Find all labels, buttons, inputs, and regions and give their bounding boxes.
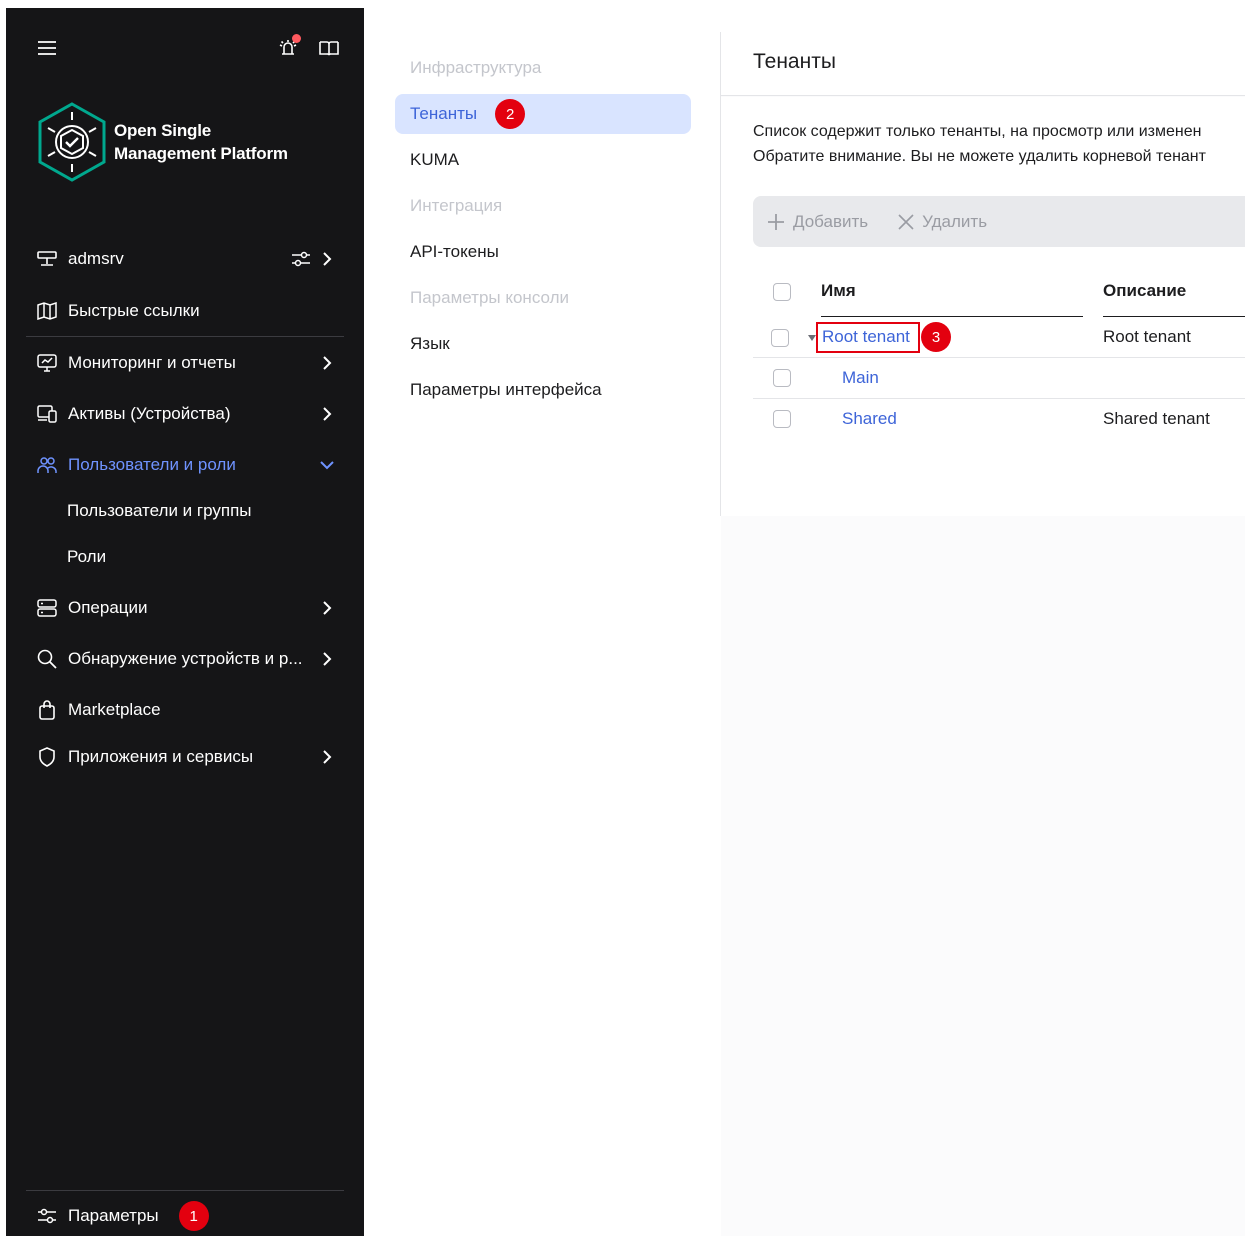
main-body: Список содержит только тенанты, на просм… [721, 97, 1245, 516]
server-name: admsrv [68, 249, 124, 268]
server-icon [37, 249, 57, 269]
nav-apps-services[interactable]: Приложения и сервисы [26, 735, 344, 779]
nav-sub-users-groups[interactable]: Пользователи и группы [67, 491, 252, 531]
sidebar-top-bar [6, 8, 364, 88]
product-name: Open Single Management Platform [114, 121, 288, 163]
nav-label: Активы (Устройства) [68, 404, 231, 423]
chevron-right-icon [316, 248, 338, 270]
select-all-checkbox[interactable] [773, 283, 791, 301]
notification-dot [292, 34, 301, 43]
sidebar: Open Single Management Platform admsrv Б… [6, 8, 364, 1236]
chevron-right-icon [316, 352, 338, 374]
chevron-right-icon [316, 648, 338, 670]
shield-icon [37, 747, 57, 767]
settings-item-integration: Интеграция [410, 196, 503, 215]
expand-triangle-icon[interactable] [808, 335, 816, 341]
table-row[interactable]: Root tenant 3 Root tenant [753, 317, 1245, 358]
row-checkbox[interactable] [773, 410, 791, 428]
nav-settings[interactable]: Параметры 1 [26, 1194, 344, 1236]
osmp-logo-icon [38, 102, 106, 182]
toolbar: Добавить Удалить [753, 196, 1245, 247]
add-label: Добавить [793, 211, 869, 231]
settings-item-tenants[interactable]: Тенанты 2 [395, 94, 691, 134]
settings-item-console-params: Параметры консоли [410, 288, 570, 307]
info-text: Список содержит только тенанты, на просм… [753, 119, 1206, 169]
delete-button[interactable]: Удалить [898, 212, 987, 232]
settings-menu: Инфраструктура Тенанты 2 KUMA Интеграция… [364, 8, 721, 1236]
settings-item-infrastructure: Инфраструктура [410, 58, 542, 77]
nav-users-roles[interactable]: Пользователи и роли [26, 443, 344, 487]
nav-label: Обнаружение устройств и р... [68, 649, 303, 668]
nav-device-discovery[interactable]: Обнаружение устройств и р... [26, 637, 344, 681]
sliders-icon[interactable] [290, 248, 312, 270]
step-badge: 3 [921, 322, 951, 352]
step-badge: 2 [495, 99, 526, 129]
sidebar-divider [26, 1190, 344, 1191]
tenant-description: Shared tenant [1103, 409, 1210, 428]
row-checkbox[interactable] [773, 369, 791, 387]
delete-label: Удалить [922, 211, 988, 231]
nav-assets-devices[interactable]: Активы (Устройства) [26, 392, 344, 436]
table-row[interactable]: Main [753, 358, 1245, 399]
column-header-description[interactable]: Описание [1103, 265, 1245, 317]
nav-label: Параметры [68, 1206, 159, 1225]
chevron-right-icon [316, 403, 338, 425]
product-logo: Open Single Management Platform [36, 102, 314, 182]
nav-marketplace[interactable]: Marketplace [26, 688, 344, 732]
server-stack-icon [37, 598, 57, 618]
search-icon [37, 649, 57, 669]
tenant-name-link[interactable]: Shared [842, 409, 897, 429]
settings-item-label: Тенанты [410, 104, 478, 123]
settings-item-kuma[interactable]: KUMA [395, 140, 691, 180]
settings-item-interface-params[interactable]: Параметры интерфейса [395, 370, 691, 410]
main-panel: Тенанты Список содержит только тенанты, … [721, 8, 1245, 1236]
chart-monitor-icon [37, 353, 57, 373]
devices-icon [37, 404, 57, 424]
map-icon [37, 301, 57, 321]
nav-sub-roles[interactable]: Роли [67, 537, 106, 577]
sliders-icon [37, 1206, 57, 1226]
nav-label: Операции [68, 598, 148, 617]
nav-label: Быстрые ссылки [68, 301, 200, 320]
info-line: Обратите внимание. Вы не можете удалить … [753, 148, 1206, 165]
nav-label: Marketplace [68, 700, 161, 719]
nav-operations[interactable]: Операции [26, 586, 344, 630]
settings-item-language[interactable]: Язык [395, 324, 691, 364]
main-header: Тенанты [721, 8, 1245, 96]
row-checkbox[interactable] [771, 329, 789, 347]
notifications-icon[interactable] [274, 33, 302, 61]
tenant-name-link[interactable]: Main [842, 368, 879, 388]
tenant-description: Root tenant [1103, 327, 1191, 346]
table-row[interactable]: Shared Shared tenant [753, 399, 1245, 440]
shopping-bag-icon [37, 700, 57, 720]
nav-label: Мониторинг и отчеты [68, 353, 236, 372]
step-badge: 1 [178, 1201, 209, 1231]
nav-monitoring-reports[interactable]: Мониторинг и отчеты [26, 341, 344, 385]
chevron-down-icon [316, 454, 338, 476]
add-button[interactable]: Добавить [767, 212, 868, 232]
column-header-name[interactable]: Имя [821, 265, 1083, 317]
nav-label: Приложения и сервисы [68, 747, 254, 766]
users-icon [37, 455, 57, 475]
tenant-name-link[interactable]: Root tenant [822, 327, 910, 347]
settings-item-api-tokens[interactable]: API-токены [395, 232, 691, 272]
server-selector[interactable]: admsrv [26, 237, 344, 281]
page-title: Тенанты [753, 50, 836, 73]
chevron-right-icon [316, 746, 338, 768]
nav-quick-links[interactable]: Быстрые ссылки [26, 289, 344, 333]
nav-label: Пользователи и роли [68, 455, 236, 474]
close-icon [898, 213, 914, 230]
sidebar-divider [26, 336, 344, 337]
chevron-right-icon [316, 597, 338, 619]
plus-icon [767, 213, 785, 231]
info-line: Список содержит только тенанты, на просм… [753, 123, 1202, 140]
hamburger-menu-icon[interactable] [33, 34, 61, 62]
book-icon[interactable] [315, 34, 343, 62]
